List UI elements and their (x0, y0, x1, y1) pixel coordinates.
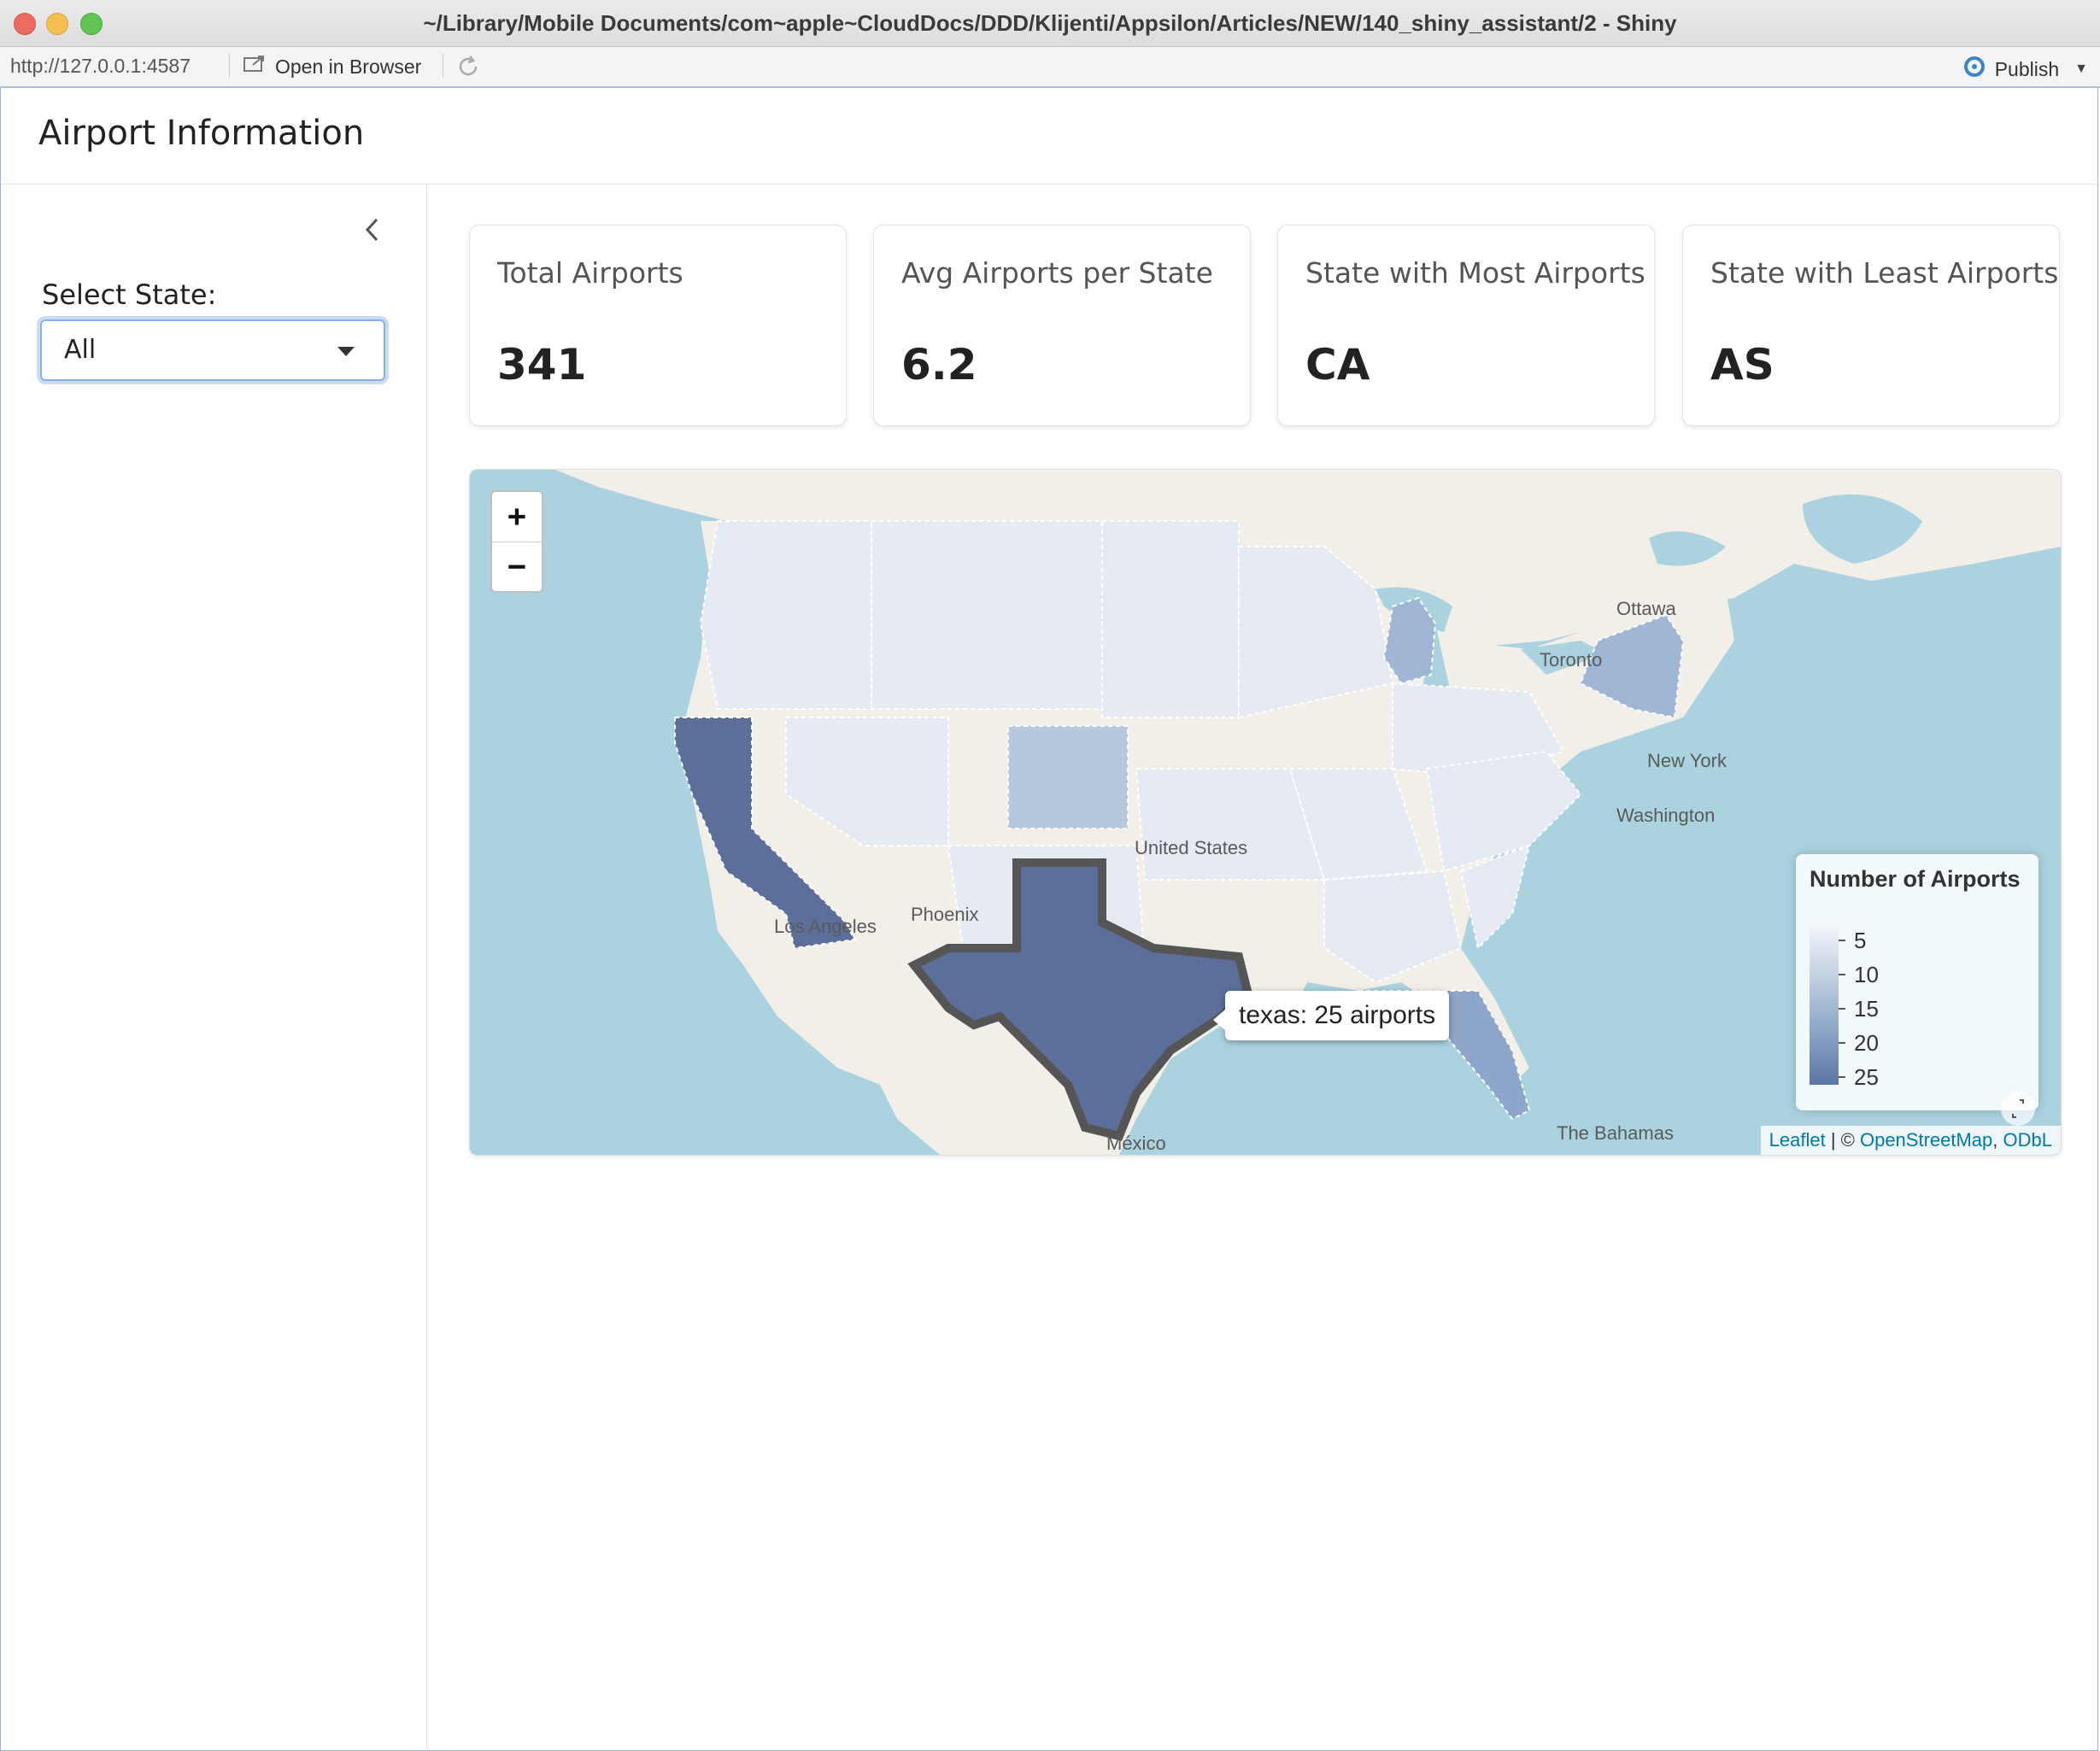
value-box-total-airports: Total Airports 341 (469, 225, 847, 426)
map-label-los-angeles: Los Angeles (774, 916, 877, 937)
legend-tick (1839, 974, 1845, 975)
value-box-title: State with Least Airports (1710, 256, 2059, 290)
value-box-title: State with Most Airports (1305, 256, 1645, 290)
value-box-title: Avg Airports per State (901, 256, 1213, 290)
state-select[interactable]: All (40, 319, 385, 381)
refresh-icon[interactable] (455, 53, 482, 85)
zoom-in-button[interactable]: + (492, 492, 542, 542)
zoom-out-button[interactable]: − (492, 542, 542, 592)
legend-label: 20 (1854, 1030, 1879, 1056)
map-label-ottawa: Ottawa (1616, 598, 1676, 619)
value-box-value: 341 (497, 340, 587, 389)
zoom-control: + − (490, 490, 543, 593)
publish-icon (1961, 55, 1988, 84)
attribution-separator: | © (1825, 1129, 1860, 1151)
odbl-link[interactable]: ODbL (2003, 1129, 2052, 1151)
value-box-title: Total Airports (497, 256, 683, 290)
state-select-label: Select State: (42, 278, 217, 311)
legend-label: 10 (1854, 962, 1879, 987)
window-title: ~/Library/Mobile Documents/com~apple~Clo… (423, 10, 1677, 36)
legend-tick (1839, 1076, 1845, 1078)
legend-tick (1839, 940, 1845, 941)
open-in-browser-label: Open in Browser (275, 55, 422, 78)
publish-button[interactable]: Publish ▼ (1961, 55, 2088, 84)
map-label-new-york: New York (1647, 750, 1727, 771)
value-box-avg-airports: Avg Airports per State 6.2 (873, 225, 1251, 426)
map-label-toronto: Toronto (1540, 649, 1603, 671)
state-select-value: All (64, 335, 97, 365)
map-label-united-states: United States (1135, 837, 1248, 858)
attribution-comma: , (1992, 1129, 2003, 1151)
open-in-browser-icon (243, 55, 267, 79)
legend-label: 15 (1854, 996, 1879, 1022)
map-legend: Number of Airports 5 10 15 20 25 (1796, 854, 2038, 1110)
map-label-phoenix: Phoenix (911, 904, 979, 925)
caret-down-icon (337, 347, 355, 356)
toolbar-divider (229, 54, 230, 78)
map-attribution: Leaflet | © OpenStreetMap, ODbL (1760, 1126, 2061, 1155)
chevron-down-icon[interactable]: ▼ (2074, 61, 2088, 77)
map-tooltip: texas: 25 airports (1212, 991, 1450, 1040)
map-label-mexico: México (1106, 1133, 1166, 1154)
airport-map[interactable]: Ottawa Toronto New York Washington Unite… (469, 469, 2062, 1156)
collapse-sidebar-icon[interactable] (360, 214, 385, 249)
viewer-toolbar: http://127.0.0.1:4587 Open in Browser Pu… (0, 47, 2100, 88)
legend-title: Number of Airports (1810, 866, 2021, 892)
value-box-value: 6.2 (901, 340, 977, 389)
legend-label: 5 (1854, 928, 1867, 953)
value-box-most-airports: State with Most Airports CA (1277, 225, 1655, 426)
window-titlebar: ~/Library/Mobile Documents/com~apple~Clo… (0, 0, 2100, 47)
openstreetmap-link[interactable]: OpenStreetMap (1860, 1129, 1992, 1151)
open-in-browser-button[interactable]: Open in Browser (243, 55, 421, 79)
map-label-washington: Washington (1616, 805, 1716, 826)
value-box-value: AS (1710, 340, 1774, 389)
value-box-least-airports: State with Least Airports AS (1682, 225, 2060, 426)
shiny-app: Airport Information Select State: All To… (0, 88, 2098, 1751)
legend-color-bar (1810, 922, 1839, 1085)
leaflet-link[interactable]: Leaflet (1769, 1129, 1826, 1151)
sidebar: Select State: All (1, 184, 427, 1751)
publish-label: Publish (1994, 57, 2060, 80)
app-header: Airport Information (1, 88, 2097, 184)
legend-tick (1839, 1042, 1845, 1044)
legend-label: 25 (1854, 1064, 1879, 1090)
legend-tick (1839, 1008, 1845, 1010)
viewer-url: http://127.0.0.1:4587 (10, 55, 191, 77)
map-label-bahamas: The Bahamas (1557, 1122, 1674, 1144)
value-box-value: CA (1305, 340, 1370, 389)
page-title: Airport Information (38, 114, 365, 153)
